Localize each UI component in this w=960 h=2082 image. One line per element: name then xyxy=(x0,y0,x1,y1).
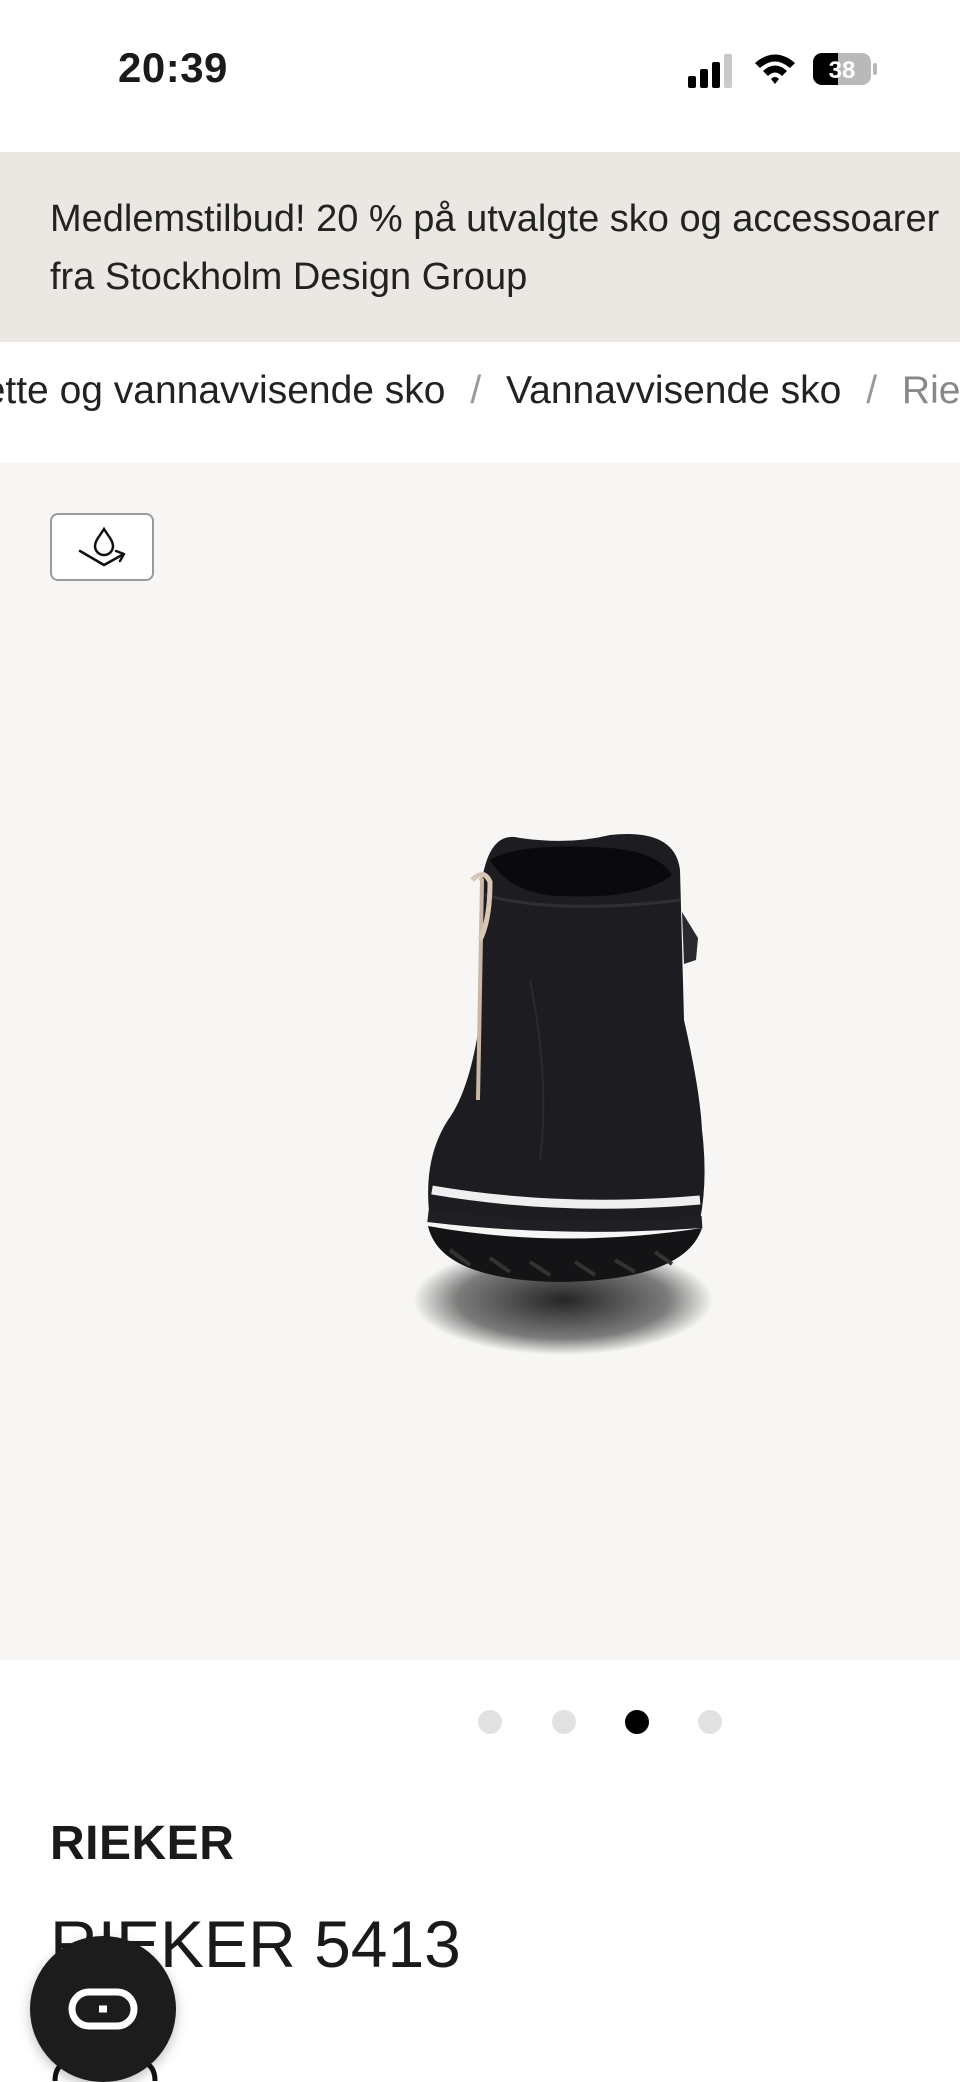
pagination-dot-1[interactable] xyxy=(478,1710,502,1734)
status-time: 20:39 xyxy=(118,44,228,91)
battery-icon: 38 xyxy=(813,53,877,85)
chat-button[interactable] xyxy=(30,1936,176,2082)
water-repellent-icon xyxy=(78,526,126,567)
pagination-dot-4[interactable] xyxy=(698,1710,722,1734)
gallery-pagination xyxy=(0,1710,960,1740)
chat-icon xyxy=(68,1988,138,2030)
pagination-dot-3-active[interactable] xyxy=(625,1710,649,1734)
promo-text: Medlemstilbud! 20 % på utvalgte sko og a… xyxy=(50,190,960,306)
promo-line-1: Medlemstilbud! 20 % på utvalgte sko og a… xyxy=(50,198,940,240)
wifi-icon xyxy=(755,54,795,84)
breadcrumb-item-lette-sko[interactable]: Lette og vannavvisende sko xyxy=(0,369,446,412)
promo-banner[interactable]: Medlemstilbud! 20 % på utvalgte sko og a… xyxy=(0,152,960,342)
promo-line-2: fra Stockholm Design Group xyxy=(50,256,528,298)
breadcrumb-item-vannavvisende-sko[interactable]: Vannavvisende sko xyxy=(506,369,841,412)
breadcrumb-separator: / xyxy=(866,369,878,412)
status-bar: 20:39 38 xyxy=(0,0,960,152)
breadcrumb: Lette og vannavvisende sko / Vannavvisen… xyxy=(0,362,960,422)
product-image-boot[interactable] xyxy=(410,820,720,1380)
breadcrumb-separator: / xyxy=(470,369,482,412)
battery-level: 38 xyxy=(829,57,856,84)
breadcrumb-item-current: Rieker 5413 xyxy=(901,369,960,412)
signal-icon xyxy=(688,54,732,88)
pagination-dot-2[interactable] xyxy=(552,1710,576,1734)
water-repellent-badge xyxy=(50,513,154,581)
product-brand[interactable]: RIEKER xyxy=(50,1816,234,1871)
